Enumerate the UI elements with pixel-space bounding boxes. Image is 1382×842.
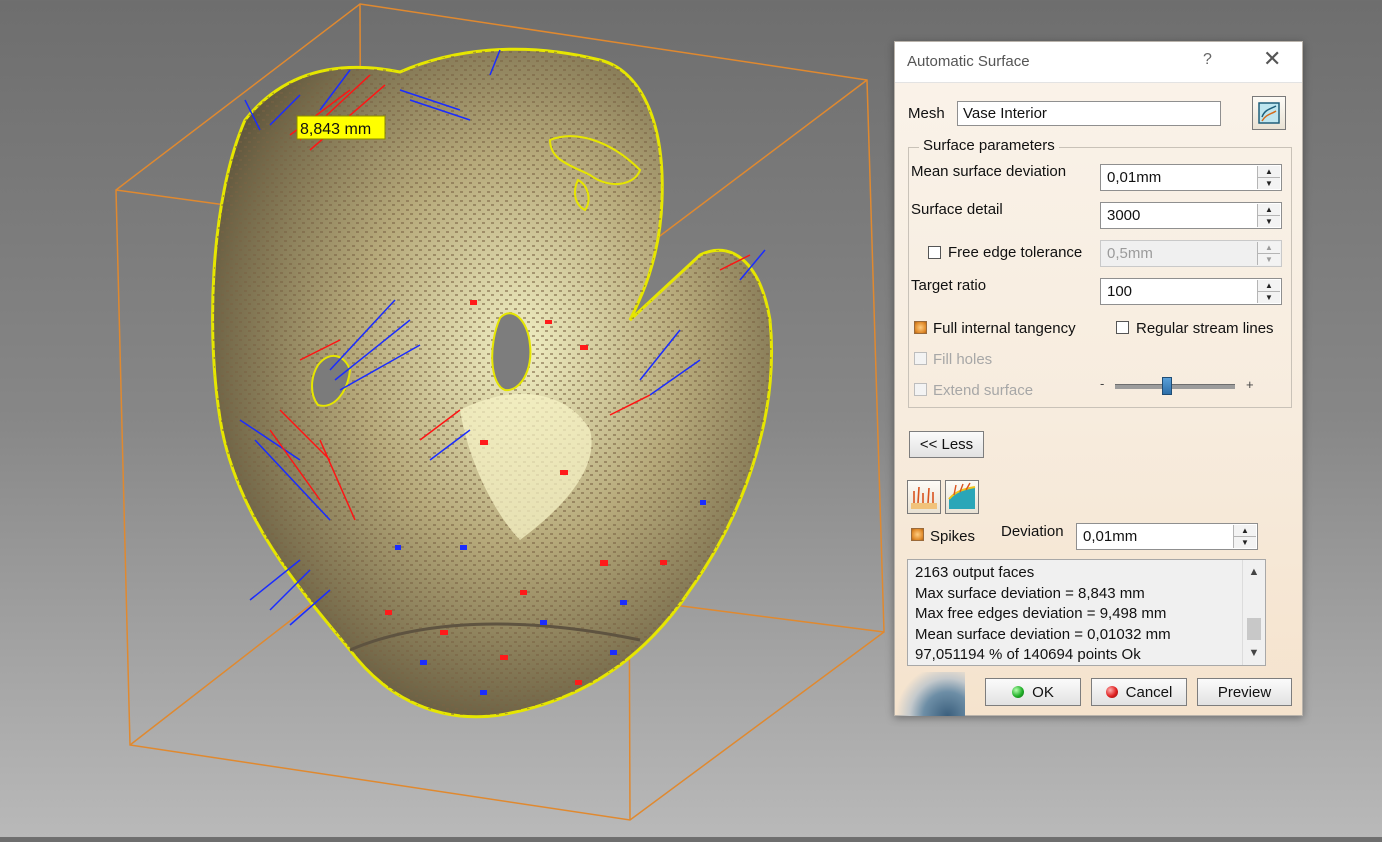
surface-parameters-title: Surface parameters [919,137,1059,154]
results-scrollbar[interactable]: ▲ ▼ [1242,560,1265,665]
surface-analysis-icon [948,482,976,509]
surface-detail-label: Surface detail [911,201,1003,218]
spin-down-icon[interactable]: ▼ [1258,178,1280,189]
spikes-label: Spikes [930,528,976,545]
catia-globe-icon [895,672,965,716]
spin-up-icon: ▲ [1258,242,1280,254]
slider-plus-label: + [1246,377,1254,392]
surface-detail-spinner[interactable]: 3000 ▲ ▼ [1100,202,1282,229]
less-button[interactable]: << Less [909,431,984,458]
result-line: Mean surface deviation = 0,01032 mm [915,625,1171,643]
mesh-select-button[interactable] [1252,96,1286,130]
max-deviation-tag: 8,843 mm [296,115,386,140]
spikes-icon [911,486,937,509]
target-ratio-label: Target ratio [911,277,987,294]
close-icon[interactable]: ✕ [1263,48,1281,70]
free-edge-tolerance-label: Free edge tolerance [948,244,1083,261]
surface-analysis-button[interactable] [945,480,979,514]
result-line: 2163 output faces [915,564,1035,581]
cancel-label: Cancel [1125,683,1173,701]
deviation-value: 0,01mm [1083,528,1138,545]
extend-surface-checkbox [914,383,927,396]
deviation-spinner[interactable]: 0,01mm ▲ ▼ [1076,523,1258,550]
full-internal-tangency-label: Full internal tangency [933,320,1076,337]
mesh-field[interactable]: Vase Interior [957,101,1221,126]
free-edge-tolerance-value: 0,5mm [1107,245,1153,262]
mesh-select-icon [1258,102,1280,124]
cancel-button[interactable]: Cancel [1091,678,1187,706]
scrollbar-thumb[interactable] [1247,618,1261,640]
deviation-analysis-button[interactable] [907,480,941,514]
regular-stream-lines-checkbox[interactable] [1116,321,1129,334]
surface-detail-value: 3000 [1107,207,1141,224]
cancel-led-icon [1105,686,1118,698]
spin-down-icon: ▼ [1258,254,1280,265]
target-ratio-value: 100 [1107,283,1133,300]
automatic-surface-dialog: Automatic Surface ? ✕ Mesh Vase Interior… [894,41,1303,716]
fill-holes-label: Fill holes [933,351,993,368]
spikes-checkbox[interactable] [911,528,924,541]
results-textarea[interactable]: 2163 output faces Max surface deviation … [907,559,1266,666]
extend-surface-slider-track[interactable] [1115,384,1235,389]
mesh-label: Mesh [908,105,945,122]
preview-button[interactable]: Preview [1197,678,1292,706]
regular-stream-lines-label: Regular stream lines [1136,320,1274,337]
extend-surface-label: Extend surface [933,382,1034,399]
spin-up-icon[interactable]: ▲ [1234,525,1256,537]
mean-deviation-value: 0,01mm [1107,169,1162,186]
help-icon[interactable]: ? [1203,51,1212,69]
free-edge-tolerance-checkbox[interactable] [928,246,941,259]
mean-deviation-label: Mean surface deviation [911,163,1067,180]
deviation-label: Deviation [1001,523,1064,540]
spin-down-icon[interactable]: ▼ [1234,537,1256,548]
ok-button[interactable]: OK [985,678,1081,706]
max-deviation-text: 8,843 mm [300,121,371,138]
ok-label: OK [1032,683,1054,701]
spin-up-icon[interactable]: ▲ [1258,280,1280,292]
ok-led-icon [1012,686,1025,698]
result-line: 97,051194 % of 140694 points Ok [915,646,1141,663]
spin-up-icon[interactable]: ▲ [1258,204,1280,216]
full-internal-tangency-checkbox[interactable] [914,321,927,334]
dialog-titlebar[interactable]: Automatic Surface ? ✕ [895,42,1302,83]
free-edge-tolerance-spinner: 0,5mm ▲ ▼ [1100,240,1282,267]
fill-holes-checkbox [914,352,927,365]
slider-minus-label: - [1100,376,1105,391]
spin-down-icon[interactable]: ▼ [1258,292,1280,303]
target-ratio-spinner[interactable]: 100 ▲ ▼ [1100,278,1282,305]
scroll-up-icon[interactable]: ▲ [1243,562,1265,582]
scroll-down-icon[interactable]: ▼ [1243,643,1265,663]
spin-up-icon[interactable]: ▲ [1258,166,1280,178]
result-line: Max surface deviation = 8,843 mm [915,584,1145,602]
mean-deviation-spinner[interactable]: 0,01mm ▲ ▼ [1100,164,1282,191]
spin-down-icon[interactable]: ▼ [1258,216,1280,227]
extend-surface-slider-thumb[interactable] [1162,377,1172,395]
results-lines: 2163 output faces Max surface deviation … [915,563,1171,666]
dialog-title: Automatic Surface [907,53,1030,70]
result-line: Max free edges deviation = 9,498 mm [915,605,1167,622]
